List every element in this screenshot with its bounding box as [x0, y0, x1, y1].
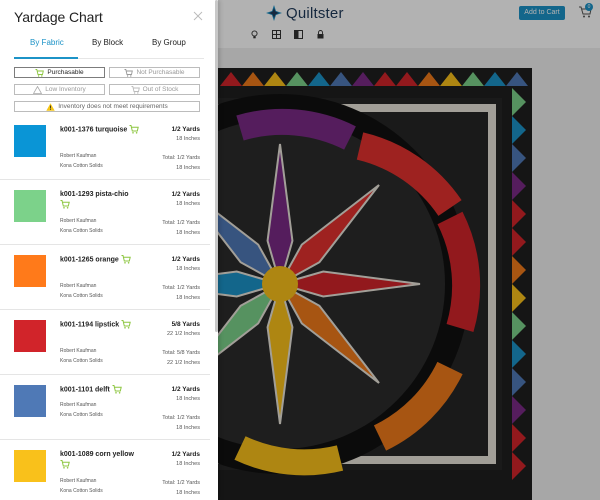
filter-out-of-stock-button[interactable]: Out of Stock: [109, 84, 200, 95]
filter-purchasable-button[interactable]: Purchasable: [14, 67, 105, 78]
purchasable-cart-icon[interactable]: [112, 385, 122, 394]
total-yards: Total: 5/8 Yards: [162, 350, 200, 356]
purchasable-cart-icon[interactable]: [129, 125, 140, 134]
fabric-line: Kona Cotton Solids: [60, 358, 103, 364]
total-yards: Total: 1/2 Yards: [162, 155, 200, 161]
tab-by-block[interactable]: By Block: [92, 38, 123, 47]
cart-icon: [124, 68, 134, 77]
tab-by-fabric[interactable]: By Fabric: [30, 38, 64, 47]
tab-by-group[interactable]: By Group: [152, 38, 186, 47]
filter-label: Inventory does not meet requirements: [58, 103, 168, 110]
close-icon[interactable]: [192, 10, 204, 22]
yardage-chart-panel: Yardage Chart By Fabric By Block By Grou…: [0, 0, 218, 500]
filter-low-inventory-button[interactable]: Low Inventory: [14, 84, 105, 95]
purchasable-cart-icon[interactable]: [121, 255, 131, 264]
total-yards: Total: 1/2 Yards: [162, 220, 200, 226]
required-inches: 18 Inches: [176, 461, 200, 467]
fabric-line: Kona Cotton Solids: [60, 228, 103, 234]
purchasable-cart-icon[interactable]: [121, 320, 131, 329]
fabric-swatch: [14, 255, 46, 287]
fabric-list-item[interactable]: k001-1089 corn yellow Robert Kaufman Kon…: [0, 440, 210, 500]
fabric-manufacturer: Robert Kaufman: [60, 283, 97, 289]
total-inches: 18 Inches: [176, 295, 200, 301]
fabric-list-item[interactable]: k001-1101 delft Robert Kaufman Kona Cott…: [0, 375, 210, 440]
panel-scrollbar[interactable]: [215, 0, 218, 332]
fabric-line: Kona Cotton Solids: [60, 412, 103, 418]
filter-inventory-warning-button[interactable]: Inventory does not meet requirements: [14, 101, 200, 112]
fabric-line: Kona Cotton Solids: [60, 163, 103, 169]
fabric-swatch: [14, 190, 46, 222]
filter-label: Purchasable: [47, 69, 84, 76]
fabric-manufacturer: Robert Kaufman: [60, 153, 97, 159]
required-inches: 22 1/2 Inches: [166, 331, 200, 337]
filter-label: Out of Stock: [142, 86, 179, 93]
required-yards: 1/2 Yards: [171, 191, 200, 198]
fabric-swatch: [14, 385, 46, 417]
required-yards: 1/2 Yards: [171, 126, 200, 133]
total-yards: Total: 1/2 Yards: [162, 285, 200, 291]
total-yards: Total: 1/2 Yards: [162, 480, 200, 486]
filter-not-purchasable-button[interactable]: Not Purchasable: [109, 67, 200, 78]
total-inches: 18 Inches: [176, 230, 200, 236]
fabric-swatch: [14, 450, 46, 482]
view-tabs: By Fabric By Block By Group: [14, 38, 204, 58]
total-yards: Total: 1/2 Yards: [162, 415, 200, 421]
fabric-manufacturer: Robert Kaufman: [60, 218, 97, 224]
fabric-list-item[interactable]: k001-1376 turquoise Robert Kaufman Kona …: [0, 115, 210, 180]
warning-icon: [46, 102, 55, 111]
filter-label: Low Inventory: [45, 86, 86, 93]
fabric-swatch: [14, 320, 46, 352]
fabric-line: Kona Cotton Solids: [60, 293, 103, 299]
warning-outline-icon: [33, 85, 43, 94]
total-inches: 18 Inches: [176, 425, 200, 431]
filter-label: Not Purchasable: [136, 69, 185, 76]
required-inches: 18 Inches: [176, 396, 200, 402]
total-inches: 22 1/2 Inches: [166, 360, 200, 366]
fabric-name: k001-1194 lipstick: [60, 320, 140, 330]
required-yards: 1/2 Yards: [171, 256, 200, 263]
fabric-name: k001-1089 corn yellow: [60, 450, 140, 470]
panel-title: Yardage Chart: [14, 9, 103, 25]
fabric-line: Kona Cotton Solids: [60, 488, 103, 494]
cart-outline-icon: [131, 85, 140, 94]
fabric-list-item[interactable]: k001-1293 pista-chio Robert Kaufman Kona…: [0, 180, 210, 245]
required-yards: 1/2 Yards: [171, 451, 200, 458]
fabric-name: k001-1376 turquoise: [60, 125, 140, 135]
fabric-list-item[interactable]: k001-1265 orange Robert Kaufman Kona Cot…: [0, 245, 210, 310]
required-yards: 1/2 Yards: [171, 386, 200, 393]
fabric-swatch: [14, 125, 46, 157]
required-inches: 18 Inches: [176, 201, 200, 207]
fabric-list-item[interactable]: k001-1194 lipstick Robert Kaufman Kona C…: [0, 310, 210, 375]
fabric-name: k001-1265 orange: [60, 255, 140, 265]
fabric-manufacturer: Robert Kaufman: [60, 478, 97, 484]
purchasable-cart-icon[interactable]: [60, 200, 70, 209]
active-tab-indicator: [14, 57, 78, 59]
required-inches: 18 Inches: [176, 136, 200, 142]
total-inches: 18 Inches: [176, 165, 200, 171]
fabric-name: k001-1101 delft: [60, 385, 140, 395]
required-inches: 18 Inches: [176, 266, 200, 272]
total-inches: 18 Inches: [176, 490, 200, 496]
fabric-name: k001-1293 pista-chio: [60, 190, 140, 210]
cart-icon: [35, 68, 45, 77]
purchasable-cart-icon[interactable]: [60, 460, 70, 469]
fabric-manufacturer: Robert Kaufman: [60, 402, 97, 408]
fabric-manufacturer: Robert Kaufman: [60, 348, 97, 354]
required-yards: 5/8 Yards: [171, 321, 200, 328]
